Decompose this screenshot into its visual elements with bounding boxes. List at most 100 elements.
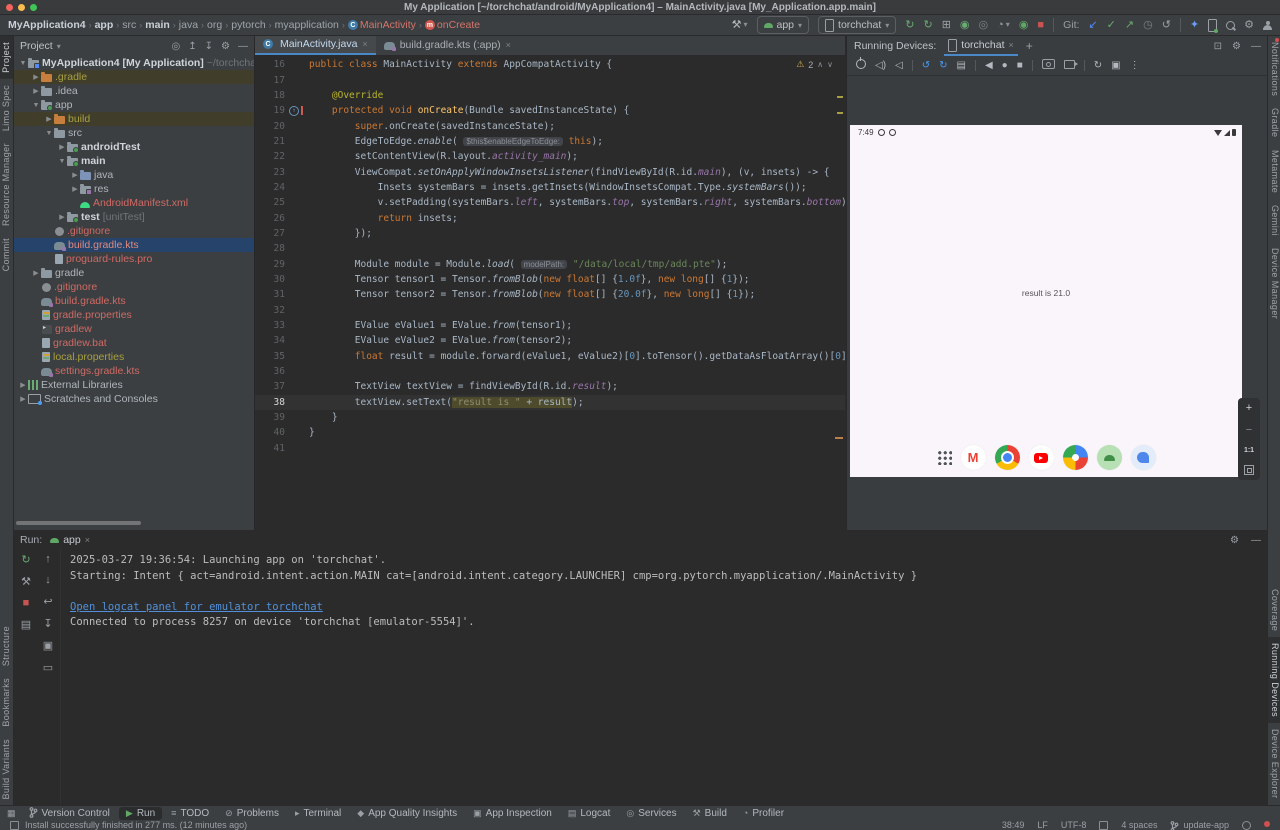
code-line-37[interactable]: 37 TextView textView = findViewById(R.id… — [255, 379, 845, 394]
zoom-in-button[interactable]: + — [1246, 403, 1252, 414]
tree-item-gradle[interactable]: ▶gradle — [14, 266, 254, 280]
inspection-widget[interactable]: ⚠ 2 ∧ ∨ — [796, 59, 833, 70]
git-push-button[interactable]: ↗ — [1125, 20, 1134, 31]
hide-panel-button[interactable]: — — [1251, 535, 1261, 546]
stripe-item-device-explorer[interactable]: Device Explorer — [1268, 723, 1280, 805]
stop-button[interactable]: ■ — [23, 597, 30, 609]
code-line-41[interactable]: 41 — [255, 441, 845, 456]
code-line-28[interactable]: 28 — [255, 241, 845, 256]
horizontal-scrollbar[interactable] — [16, 521, 141, 525]
close-icon[interactable]: × — [1009, 40, 1014, 50]
tree-toggle-icon[interactable]: ▶ — [31, 269, 41, 277]
line-separator[interactable]: LF — [1037, 821, 1048, 830]
code-line-35[interactable]: 35 float result = module.forward(eValue1… — [255, 349, 845, 364]
tree-item-build[interactable]: ▶build — [14, 112, 254, 126]
tree-item-main[interactable]: ▼main — [14, 154, 254, 168]
print-button[interactable]: ▣ — [43, 639, 53, 652]
tool-window-button-run[interactable]: ▶Run — [119, 807, 162, 820]
tree-item-external-libraries[interactable]: ▶External Libraries — [14, 378, 254, 392]
locate-file-icon[interactable]: ◎ — [172, 41, 181, 52]
status-message[interactable]: Install successfully finished in 277 ms.… — [25, 821, 247, 830]
scrollbar-caret-mark[interactable] — [835, 437, 843, 439]
breadcrumb-item-java[interactable]: java — [179, 19, 198, 31]
breadcrumb-item-myapplication[interactable]: myapplication — [275, 19, 339, 31]
stripe-item-running-devices[interactable]: Running Devices — [1268, 637, 1280, 723]
breadcrumb-item-pytorch[interactable]: pytorch — [231, 19, 265, 31]
power-button[interactable] — [856, 59, 866, 72]
tree-item-build.gradle.kts[interactable]: build.gradle.kts — [14, 294, 254, 308]
tool-window-button-logcat[interactable]: ▤Logcat — [561, 807, 618, 820]
device-select[interactable]: torchchat▾ — [818, 16, 896, 34]
tree-toggle-icon[interactable]: ▶ — [70, 171, 80, 179]
tree-item-app[interactable]: ▼app — [14, 98, 254, 112]
fold-button[interactable]: ▤ — [957, 61, 966, 71]
tree-toggle-icon[interactable]: ▶ — [57, 143, 67, 151]
tree-toggle-icon[interactable]: ▶ — [57, 213, 67, 221]
photos-icon[interactable] — [1063, 445, 1088, 470]
rotate-left-button[interactable]: ↺ — [922, 61, 930, 71]
maximize-window-button[interactable] — [30, 4, 37, 11]
tree-item-java[interactable]: ▶java — [14, 168, 254, 182]
build-tool-button[interactable]: ⚒▾ — [732, 20, 748, 31]
code-line-40[interactable]: 40} — [255, 425, 845, 440]
prev-warning-button[interactable]: ∧ — [817, 60, 823, 69]
file-encoding[interactable]: UTF-8 — [1061, 821, 1087, 830]
breadcrumb-item-myapplication4[interactable]: MyApplication4 — [8, 19, 86, 31]
minimize-window-button[interactable] — [18, 4, 25, 11]
tree-item-gradlew[interactable]: gradlew — [14, 322, 254, 336]
android-api-icon[interactable] — [1097, 445, 1122, 470]
rerun-button[interactable]: ↻ — [21, 553, 30, 566]
chevron-down-icon[interactable]: ▾ — [57, 42, 61, 51]
code-line-38[interactable]: 38 textView.setText("result is " + resul… — [255, 395, 845, 410]
tree-item-androidmanifest.xml[interactable]: AndroidManifest.xml — [14, 196, 254, 210]
tree-item-local.properties[interactable]: local.properties — [14, 350, 254, 364]
gear-icon[interactable]: ⚙ — [1230, 535, 1239, 546]
breadcrumb-item-app[interactable]: app — [95, 19, 114, 31]
zoom-out-button[interactable]: − — [1246, 425, 1252, 436]
close-icon[interactable]: × — [362, 39, 367, 49]
tree-toggle-icon[interactable]: ▼ — [18, 60, 28, 67]
code-area[interactable]: 16public class MainActivity extends AppC… — [255, 56, 845, 456]
stripe-item-notifications[interactable]: Notifications — [1268, 36, 1280, 102]
breadcrumb-item-src[interactable]: src — [122, 19, 136, 31]
stripe-item-metamate[interactable]: Metamate — [1268, 144, 1280, 199]
readonly-icon[interactable] — [1099, 821, 1108, 830]
down-stack-trace-button[interactable]: ↓ — [45, 574, 51, 586]
update-badge[interactable] — [1264, 821, 1270, 827]
stripe-item-build-variants[interactable]: Build Variants — [0, 733, 13, 805]
tree-item-.gitignore[interactable]: .gitignore — [14, 224, 254, 238]
code-line-22[interactable]: 22 setContentView(R.layout.activity_main… — [255, 149, 845, 164]
messages-icon[interactable] — [1131, 445, 1156, 470]
tool-window-switcher-icon[interactable]: ▦ — [3, 808, 20, 819]
run-console[interactable]: 2025-03-27 19:36:54: Launching app on 't… — [70, 553, 1259, 631]
code-line-17[interactable]: 17 — [255, 72, 845, 87]
editor-tab-build.gradle.kts-app-[interactable]: build.gradle.kts (:app)× — [376, 36, 519, 55]
breadcrumb-item-org[interactable]: org — [207, 19, 222, 31]
breadcrumb-item-mainactivity[interactable]: CMainActivity — [348, 19, 416, 31]
close-icon[interactable]: × — [506, 40, 511, 50]
up-stack-trace-button[interactable]: ↑ — [45, 553, 51, 565]
rotate-right-button[interactable]: ↻ — [939, 61, 947, 71]
code-line-26[interactable]: 26 return insets; — [255, 210, 845, 225]
device-tab-torchchat[interactable]: torchchat × — [944, 36, 1017, 56]
coverage-button[interactable]: ◎ — [979, 20, 989, 31]
tool-window-button-app-quality-insights[interactable]: ◆App Quality Insights — [350, 807, 464, 820]
run-tab-app[interactable]: app × — [50, 534, 90, 546]
editor-tab-mainactivity.java[interactable]: CMainActivity.java× — [255, 36, 376, 55]
caret-position[interactable]: 38:49 — [1002, 821, 1025, 830]
breadcrumb-item-oncreate[interactable]: monCreate — [425, 19, 480, 31]
profiler-button[interactable]: ◔▾ — [997, 20, 1010, 31]
tree-toggle-icon[interactable]: ▶ — [70, 185, 80, 193]
search-everywhere-button[interactable] — [1226, 21, 1235, 30]
code-line-36[interactable]: 36 — [255, 364, 845, 379]
tool-window-button-services[interactable]: ◎Services — [619, 807, 683, 820]
code-line-24[interactable]: 24 Insets systemBars = insets.getInsets(… — [255, 180, 845, 195]
tool-window-button-app-inspection[interactable]: ▣App Inspection — [466, 807, 559, 820]
tree-item-androidtest[interactable]: ▶androidTest — [14, 140, 254, 154]
chrome-icon[interactable] — [995, 445, 1020, 470]
tree-item-proguard-rules.pro[interactable]: proguard-rules.pro — [14, 252, 254, 266]
tree-item-build.gradle.kts[interactable]: build.gradle.kts — [14, 238, 254, 252]
gmail-icon[interactable]: M — [961, 445, 986, 470]
stripe-item-device-manager[interactable]: Device Manager — [1268, 242, 1280, 325]
soft-wrap-button[interactable]: ↩ — [43, 595, 52, 608]
